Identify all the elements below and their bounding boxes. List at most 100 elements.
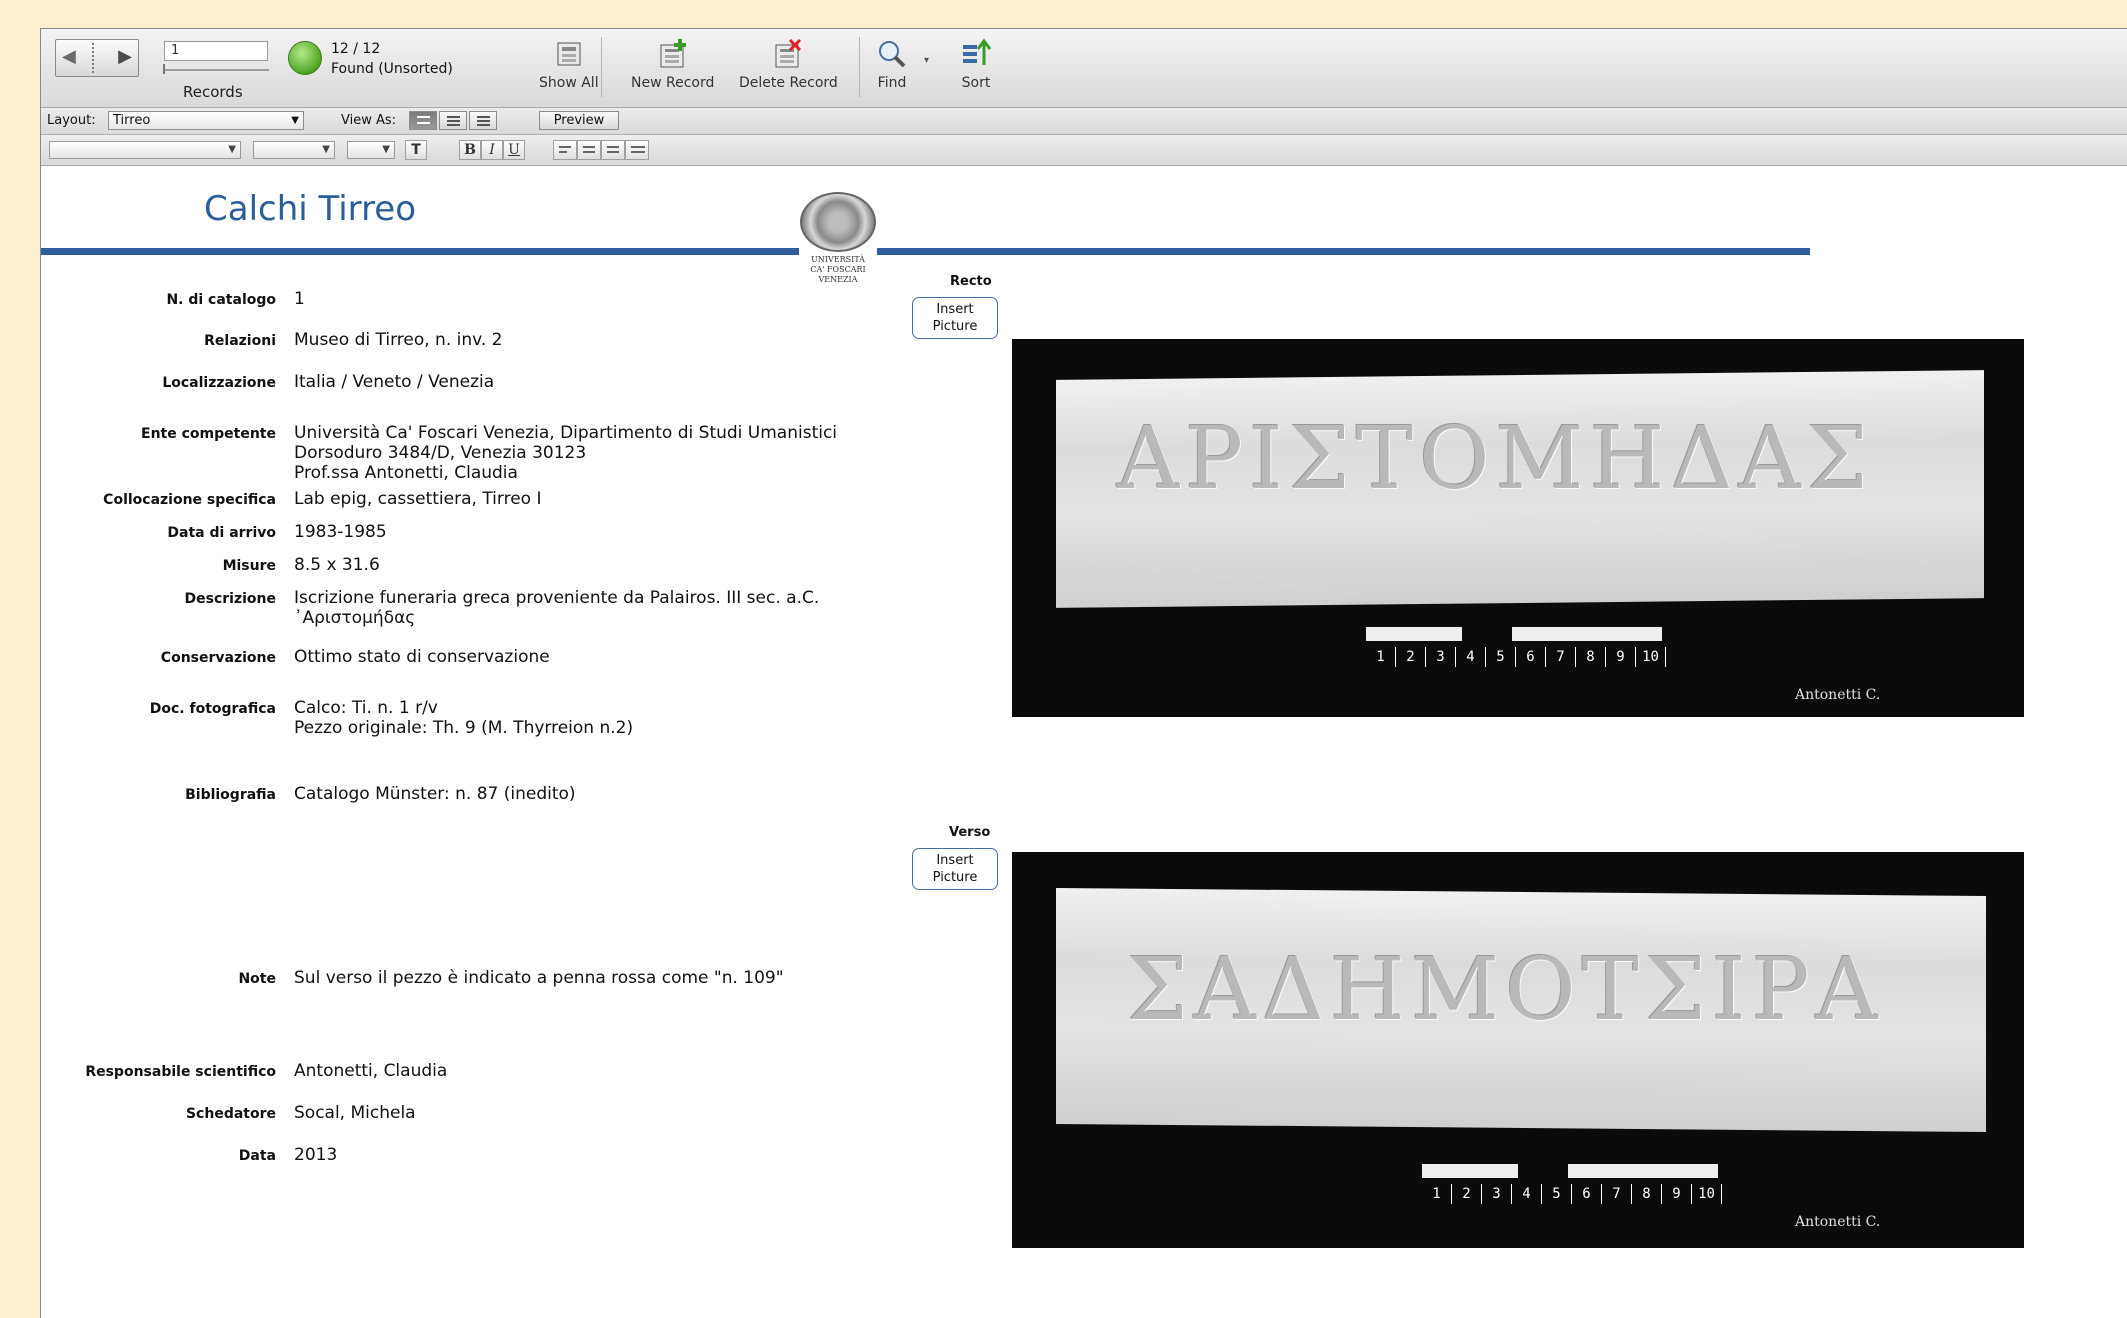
layout-select[interactable]: Tirreo ▼ <box>108 111 304 130</box>
field-value-responsabile[interactable]: Antonetti, Claudia <box>294 1061 447 1081</box>
field-value-localizzazione[interactable]: Italia / Veneto / Venezia <box>294 372 494 392</box>
field-label-conservazione: Conservazione <box>160 650 276 666</box>
find-button[interactable]: Find <box>875 37 909 91</box>
field-value-conservazione[interactable]: Ottimo stato di conservazione <box>294 647 550 667</box>
find-dropdown-icon[interactable]: ▾ <box>924 55 929 66</box>
view-as-list-button[interactable] <box>439 111 467 130</box>
scale-tick: 8 <box>1576 647 1606 667</box>
align-left-icon-line <box>559 151 567 153</box>
scale-tick: 1 <box>1366 647 1396 667</box>
field-value-descrizione[interactable]: Iscrizione funeraria greca proveniente d… <box>294 588 819 628</box>
italic-button[interactable]: I <box>481 140 503 160</box>
slider-thumb[interactable] <box>163 64 165 74</box>
record-navigation-book[interactable]: ◀ ▶ <box>55 39 139 77</box>
text-style-button[interactable]: T <box>405 140 427 160</box>
justify-icon-line <box>631 151 645 153</box>
field-label-note: Note <box>238 971 276 987</box>
new-record-button[interactable]: New Record <box>631 37 714 91</box>
preview-button[interactable]: Preview <box>539 111 619 130</box>
bold-button[interactable]: B <box>459 140 481 160</box>
table-view-icon <box>477 116 490 118</box>
record-number-input[interactable]: 1 <box>164 41 268 61</box>
scale-tick: 2 <box>1452 1184 1482 1204</box>
field-label-relazioni: Relazioni <box>204 333 276 349</box>
insert-picture-recto-button[interactable]: Insert Picture <box>912 297 998 339</box>
scale-tick: 3 <box>1482 1184 1512 1204</box>
view-as-form-button[interactable] <box>409 111 437 130</box>
list-view-icon-line <box>447 120 460 122</box>
recto-label: Recto <box>950 274 992 289</box>
record-slider[interactable] <box>163 64 269 74</box>
university-seal-icon <box>800 192 876 252</box>
field-value-catalogo[interactable]: 1 <box>294 289 305 309</box>
recto-photo[interactable]: ΑΡΙΣΤΟΜΗΔΑΣ 1 2 3 4 5 6 7 8 9 10 Antonetti C. <box>1012 339 2024 717</box>
scale-tick: 7 <box>1602 1184 1632 1204</box>
field-value-data-arrivo[interactable]: 1983-1985 <box>294 522 387 542</box>
new-record-label: New Record <box>631 75 715 91</box>
field-value-data[interactable]: 2013 <box>294 1145 337 1165</box>
align-right-icon <box>607 146 619 148</box>
scale-tick: 10 <box>1636 647 1666 667</box>
sort-label: Sort <box>961 75 991 91</box>
field-value-doc-fotografica[interactable]: Calco: Ti. n. 1 r/v Pezzo originale: Th.… <box>294 698 633 738</box>
found-count: 12 / 12 <box>331 41 381 57</box>
field-value-ente[interactable]: Università Ca' Foscari Venezia, Dipartim… <box>294 423 837 483</box>
next-record-icon[interactable]: ▶ <box>118 46 132 67</box>
field-label-descrizione: Descrizione <box>184 591 276 607</box>
align-left-icon <box>559 146 571 148</box>
field-value-relazioni[interactable]: Museo di Tirreo, n. inv. 2 <box>294 330 502 350</box>
field-label-bibliografia: Bibliografia <box>185 787 276 803</box>
format-bar: ▼ ▼ ▼ T B I U <box>41 135 2127 166</box>
records-label: Records <box>183 83 243 101</box>
align-center-button[interactable] <box>577 140 601 160</box>
sort-button[interactable]: Sort <box>959 37 993 91</box>
find-icon <box>875 37 909 71</box>
field-value-note[interactable]: Sul verso il pezzo è indicato a penna ro… <box>294 968 784 988</box>
scale-label-block <box>1366 627 1462 641</box>
field-value-bibliografia[interactable]: Catalogo Münster: n. 87 (inedito) <box>294 784 576 804</box>
scale-tick: 3 <box>1426 647 1456 667</box>
layout-label: Layout: <box>47 113 96 128</box>
field-label-doc-fotografica: Doc. fotografica <box>149 701 276 717</box>
new-record-icon <box>656 37 690 71</box>
scale-tick: 2 <box>1396 647 1426 667</box>
verso-photo[interactable]: ΣΑΔΗΜΟΤΣΙΡΑ 1 2 3 4 5 6 7 8 9 10 Antonetti C. <box>1012 852 2024 1248</box>
recto-scale-bar: 1 2 3 4 5 6 7 8 9 10 <box>1366 625 1666 673</box>
delete-record-button[interactable]: Delete Record <box>739 37 838 91</box>
scale-tick: 7 <box>1546 647 1576 667</box>
field-label-localizzazione: Localizzazione <box>162 375 276 391</box>
table-view-icon-line <box>477 124 490 126</box>
underline-button[interactable]: U <box>503 140 525 160</box>
title-rule <box>41 248 1810 255</box>
field-value-schedatore[interactable]: Socal, Michela <box>294 1103 416 1123</box>
delete-record-icon <box>771 37 805 71</box>
scale-tick: 4 <box>1456 647 1486 667</box>
align-right-button[interactable] <box>601 140 625 160</box>
field-label-misure: Misure <box>222 558 276 574</box>
scale-label-block <box>1512 627 1662 641</box>
font-family-dropdown[interactable]: ▼ <box>49 141 241 159</box>
field-value-collocazione[interactable]: Lab epig, cassettiera, Tirreo I <box>294 489 542 509</box>
font-size-dropdown[interactable]: ▼ <box>253 141 335 159</box>
align-left-button[interactable] <box>553 140 577 160</box>
field-value-misure[interactable]: 8.5 x 31.6 <box>294 555 380 575</box>
justify-button[interactable] <box>625 140 649 160</box>
view-as-table-button[interactable] <box>469 111 497 130</box>
show-all-button[interactable]: Show All <box>539 37 599 91</box>
form-view-icon-line <box>417 122 430 124</box>
text-color-dropdown[interactable]: ▼ <box>347 141 395 159</box>
list-view-icon-line <box>447 124 460 126</box>
align-center-icon-line <box>583 151 595 153</box>
scale-tick: 6 <box>1572 1184 1602 1204</box>
scale-tick: 4 <box>1512 1184 1542 1204</box>
insert-picture-verso-button[interactable]: Insert Picture <box>912 848 998 890</box>
chevron-down-icon: ▼ <box>291 115 299 126</box>
scale-tick: 10 <box>1692 1184 1722 1204</box>
align-right-icon-line <box>607 151 619 153</box>
verso-scale-bar: 1 2 3 4 5 6 7 8 9 10 <box>1422 1162 1722 1210</box>
page-title: Calchi Tirreo <box>204 189 417 229</box>
previous-record-icon[interactable]: ◀ <box>62 46 76 67</box>
chevron-down-icon: ▼ <box>382 144 390 155</box>
table-view-icon-line <box>477 120 490 122</box>
scale-tick: 9 <box>1606 647 1636 667</box>
